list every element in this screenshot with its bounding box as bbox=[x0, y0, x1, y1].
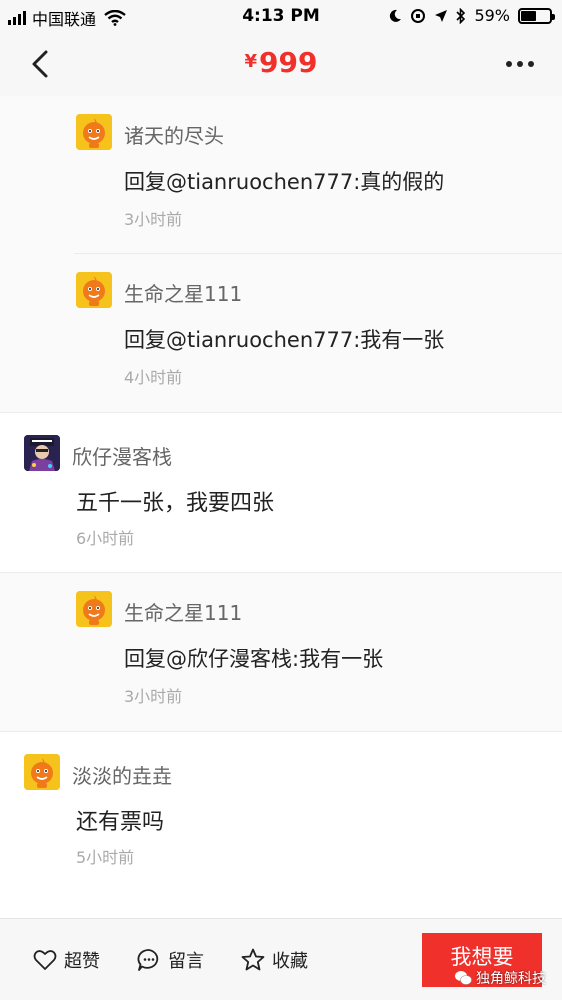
comment-time: 4小时前 bbox=[124, 368, 183, 387]
username[interactable]: 诸天的尽头 bbox=[124, 120, 224, 149]
currency-symbol: ¥ bbox=[244, 51, 258, 72]
cartoon-avatar-icon[interactable] bbox=[76, 114, 112, 150]
battery-fill bbox=[521, 10, 537, 21]
comment-text: 回复@欣仔漫客栈:我有一张 bbox=[124, 647, 384, 671]
watermark-text: 独角鲸科技 bbox=[476, 971, 546, 987]
reply-item[interactable]: 生命之星111 回复@欣仔漫客栈:我有一张 3小时前 bbox=[74, 573, 562, 731]
comment-time: 6小时前 bbox=[76, 529, 135, 548]
reply-group: 生命之星111 回复@欣仔漫客栈:我有一张 3小时前 bbox=[0, 572, 562, 731]
comment-time: 3小时前 bbox=[124, 210, 183, 229]
message-label: 留言 bbox=[168, 951, 204, 972]
price-amount: 999 bbox=[259, 46, 318, 79]
more-dot-icon bbox=[517, 61, 523, 67]
status-right: 59% bbox=[388, 6, 555, 25]
comment-text: 五千一张，我要四张 bbox=[76, 491, 275, 516]
comment-item[interactable]: 淡淡的垚垚 还有票吗 5小时前 bbox=[0, 731, 562, 891]
reply-item[interactable]: 生命之星111 回复@tianruochen777:我有一张 4小时前 bbox=[74, 254, 562, 412]
username[interactable]: 欣仔漫客栈 bbox=[72, 441, 172, 470]
moon-icon bbox=[390, 9, 402, 22]
message-button[interactable]: 留言 bbox=[136, 947, 204, 973]
price: ¥999 bbox=[0, 46, 562, 79]
comment-list: 诸天的尽头 回复@tianruochen777:真的假的 3小时前 生命之星11… bbox=[0, 96, 562, 918]
favorite-button[interactable]: 收藏 bbox=[240, 947, 308, 973]
favorite-label: 收藏 bbox=[272, 951, 308, 972]
comment-text: 回复@tianruochen777:真的假的 bbox=[124, 170, 445, 194]
comment-item[interactable]: 欣仔漫客栈 五千一张，我要四张 6小时前 bbox=[0, 412, 562, 572]
more-dot-icon bbox=[528, 61, 534, 67]
reply-group: 诸天的尽头 回复@tianruochen777:真的假的 3小时前 生命之星11… bbox=[0, 96, 562, 412]
wechat-icon bbox=[455, 971, 472, 985]
more-button[interactable] bbox=[500, 48, 540, 80]
cartoon-avatar-icon[interactable] bbox=[76, 591, 112, 627]
comment-time: 3小时前 bbox=[124, 687, 183, 706]
like-button[interactable]: 超赞 bbox=[32, 947, 100, 973]
chat-bubble-icon bbox=[137, 949, 159, 971]
location-icon bbox=[435, 9, 448, 22]
status-bar: 中国联通 4:13 PM 59% bbox=[0, 0, 562, 32]
battery-percent: 59% bbox=[474, 6, 510, 25]
cartoon-avatar-icon[interactable] bbox=[24, 754, 60, 790]
watermark: 独角鲸科技 bbox=[454, 968, 546, 988]
cartoon-avatar-icon[interactable] bbox=[76, 272, 112, 308]
comment-text: 还有票吗 bbox=[76, 810, 165, 835]
star-icon bbox=[241, 948, 265, 971]
comment-time: 5小时前 bbox=[76, 848, 135, 867]
comment-text: 回复@tianruochen777:我有一张 bbox=[124, 328, 445, 352]
bluetooth-icon bbox=[456, 7, 466, 24]
username[interactable]: 生命之星111 bbox=[124, 597, 242, 626]
bottom-action-bar: 超赞 留言 收藏 我想要 独角鲸科技 bbox=[0, 918, 562, 1000]
more-dot-icon bbox=[506, 61, 512, 67]
photo-avatar-icon[interactable] bbox=[24, 435, 60, 471]
reply-item[interactable]: 诸天的尽头 回复@tianruochen777:真的假的 3小时前 bbox=[74, 96, 562, 254]
header: ¥999 bbox=[0, 32, 562, 96]
username[interactable]: 生命之星111 bbox=[124, 278, 242, 307]
rotation-lock-icon bbox=[411, 8, 426, 23]
battery-icon bbox=[518, 7, 555, 24]
username[interactable]: 淡淡的垚垚 bbox=[72, 760, 172, 789]
heart-icon bbox=[33, 950, 57, 970]
like-label: 超赞 bbox=[64, 951, 100, 972]
